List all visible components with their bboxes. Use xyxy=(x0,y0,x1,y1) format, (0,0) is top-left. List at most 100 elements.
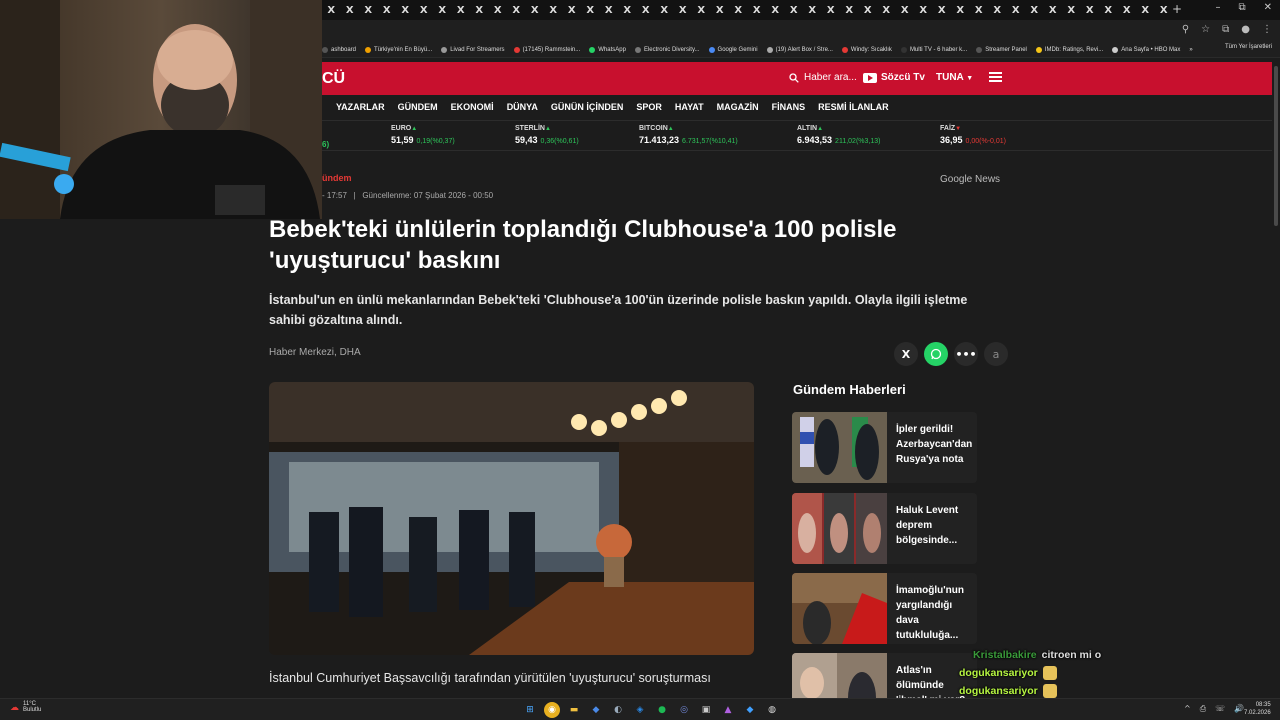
browser-tab-close-icon[interactable]: X xyxy=(322,0,341,20)
bookmark-item[interactable]: IMDb: Ratings, Revi... xyxy=(1035,46,1103,53)
start-icon[interactable]: ⊞ xyxy=(522,702,538,718)
browser-tab-close-icon[interactable]: X xyxy=(600,0,619,20)
nav-item[interactable]: GÜNDEM xyxy=(398,102,438,112)
browser-tab-close-icon[interactable]: X xyxy=(452,0,471,20)
steam-icon[interactable]: ◐ xyxy=(610,702,626,718)
bookmark-item[interactable]: Multi TV - 6 haber k... xyxy=(900,46,967,53)
scrollbar-thumb[interactable] xyxy=(1274,66,1278,226)
weather-widget[interactable]: ☁ 11°C Bulutlu xyxy=(10,701,41,713)
google-news-link[interactable]: Google News xyxy=(940,174,1000,185)
spotify-icon[interactable]: ● xyxy=(654,702,670,718)
browser-tab-close-icon[interactable]: X xyxy=(378,0,397,20)
font-size-button[interactable]: a xyxy=(984,342,1008,366)
site-search[interactable]: Haber ara... xyxy=(789,72,857,83)
bookmark-item[interactable]: Livad For Streamers xyxy=(441,46,505,53)
browser-tab-close-icon[interactable]: X xyxy=(1081,0,1100,20)
sozcu-tv-link[interactable]: Sözcü Tv xyxy=(863,72,925,83)
browser-tab-close-icon[interactable]: X xyxy=(766,0,785,20)
nav-item[interactable]: MAGAZİN xyxy=(717,102,759,112)
browser-tab-close-icon[interactable]: X xyxy=(877,0,896,20)
ticker-item[interactable]: 6) xyxy=(322,134,329,152)
bookmark-item[interactable]: Türkiye'nin En Büyü... xyxy=(365,46,432,53)
nav-item[interactable]: RESMİ İLANLAR xyxy=(818,102,889,112)
app-icon[interactable]: ▲ xyxy=(720,702,736,718)
article-hero-image[interactable] xyxy=(269,382,754,655)
browser-tab-close-icon[interactable]: X xyxy=(785,0,804,20)
minimize-button[interactable]: – xyxy=(1215,2,1220,13)
browser-tab-close-icon[interactable]: X xyxy=(729,0,748,20)
browser-tab-close-icon[interactable]: X xyxy=(822,0,841,20)
nav-item[interactable]: FİNANS xyxy=(772,102,806,112)
all-bookmarks-button[interactable]: Tüm Yer İşaretleri xyxy=(1225,44,1272,50)
browser-tab-close-icon[interactable]: X xyxy=(840,0,859,20)
bookmark-item[interactable]: Electronic Diversity... xyxy=(634,46,700,53)
bookmark-item[interactable]: ashboard xyxy=(322,46,356,53)
obs-icon[interactable]: ◍ xyxy=(764,702,780,718)
bookmark-item[interactable]: Streamer Panel xyxy=(976,46,1027,53)
browser-tab-close-icon[interactable]: X xyxy=(544,0,563,20)
article-category[interactable]: ündem xyxy=(322,173,352,183)
bookmark-item[interactable]: Windy: Sıcaklık xyxy=(841,46,892,53)
site-logo[interactable]: CÜ xyxy=(322,70,345,88)
volume-icon[interactable]: 🔊 xyxy=(1234,704,1244,714)
browser-tab-close-icon[interactable]: X xyxy=(563,0,582,20)
browser-tab-close-icon[interactable]: X xyxy=(507,0,526,20)
bookmark-item[interactable]: Google Gemini xyxy=(708,46,758,53)
discord-icon[interactable]: ◎ xyxy=(676,702,692,718)
share-more-button[interactable]: ••• xyxy=(954,342,978,366)
ticker-item[interactable]: ALTIN▲ 6.943,53 211,02(%3,13) xyxy=(797,125,880,145)
sidebar-news-card[interactable]: İpler gerildi! Azerbaycan'dan Rusya'ya n… xyxy=(792,412,977,483)
hamburger-menu-icon[interactable] xyxy=(989,72,1002,82)
app-icon[interactable]: ▣ xyxy=(698,702,714,718)
browser-tab-close-icon[interactable]: X xyxy=(933,0,952,20)
phone-icon[interactable]: ☏ xyxy=(1215,704,1225,714)
extension-icon[interactable]: ⧉ xyxy=(1222,24,1229,35)
new-tab-button[interactable]: + xyxy=(1172,2,1182,16)
sidebar-news-card[interactable]: Haluk Levent deprem bölgesinde... xyxy=(792,493,977,564)
page-scrollbar[interactable] xyxy=(1272,62,1280,698)
bookmark-item[interactable]: Ana Sayfa • HBO Max xyxy=(1112,46,1180,53)
tray-expand-icon[interactable]: ^ xyxy=(1184,704,1191,714)
browser-tab-close-icon[interactable]: X xyxy=(859,0,878,20)
browser-tab-close-icon[interactable]: X xyxy=(914,0,933,20)
browser-tab-close-icon[interactable]: X xyxy=(433,0,452,20)
profile-icon[interactable]: ● xyxy=(1241,24,1250,35)
sidebar-news-card[interactable]: İmamoğlu'nun yargılandığı dava tutuklulu… xyxy=(792,573,977,644)
browser-tab-close-icon[interactable]: X xyxy=(1099,0,1118,20)
share-x-button[interactable]: X xyxy=(894,342,918,366)
network-icon[interactable]: ⎙ xyxy=(1200,704,1206,714)
menu-icon[interactable]: ⋮ xyxy=(1262,24,1272,35)
bookmark-item[interactable]: WhatsApp xyxy=(589,46,626,53)
browser-tab-close-icon[interactable]: X xyxy=(748,0,767,20)
nav-item[interactable]: HAYAT xyxy=(675,102,704,112)
chrome-icon[interactable]: ◉ xyxy=(544,702,560,718)
browser-tab-close-icon[interactable]: X xyxy=(1062,0,1081,20)
nav-item[interactable]: GÜNÜN İÇİNDEN xyxy=(551,102,624,112)
browser-tab-close-icon[interactable]: X xyxy=(674,0,693,20)
star-icon[interactable]: ☆ xyxy=(1201,24,1210,35)
app-icon[interactable]: ◈ xyxy=(632,702,648,718)
ticker-item[interactable]: FAİZ▼ 36,95 0,00(%-0,01) xyxy=(940,125,1006,145)
browser-tab-close-icon[interactable]: X xyxy=(655,0,674,20)
zoom-icon[interactable]: ⚲ xyxy=(1182,24,1189,35)
browser-tab-close-icon[interactable]: X xyxy=(359,0,378,20)
browser-tab-close-icon[interactable]: X xyxy=(1155,0,1174,20)
ticker-item[interactable]: STERLİN▲ 59,43 0,36(%0,61) xyxy=(515,125,579,145)
app-icon[interactable]: ◆ xyxy=(588,702,604,718)
nav-item[interactable]: SPOR xyxy=(636,102,662,112)
nav-item[interactable]: DÜNYA xyxy=(507,102,538,112)
browser-tab-close-icon[interactable]: X xyxy=(803,0,822,20)
bookmark-item[interactable]: (19) Alert Box / Stre... xyxy=(766,46,833,53)
browser-tab-close-icon[interactable]: X xyxy=(526,0,545,20)
bookmarks-overflow-button[interactable]: » xyxy=(1189,47,1192,53)
browser-tab-close-icon[interactable]: X xyxy=(1118,0,1137,20)
browser-tab-close-icon[interactable]: X xyxy=(470,0,489,20)
ticker-item[interactable]: BITCOIN▲ 71.413,23 6.731,57(%10,41) xyxy=(639,125,738,145)
browser-tab-close-icon[interactable]: X xyxy=(618,0,637,20)
browser-tab-close-icon[interactable]: X xyxy=(1136,0,1155,20)
browser-tab-close-icon[interactable]: X xyxy=(637,0,656,20)
browser-tab-close-icon[interactable]: X xyxy=(711,0,730,20)
browser-tab-close-icon[interactable]: X xyxy=(396,0,415,20)
nav-item[interactable]: YAZARLAR xyxy=(336,102,385,112)
browser-tab-close-icon[interactable]: X xyxy=(970,0,989,20)
